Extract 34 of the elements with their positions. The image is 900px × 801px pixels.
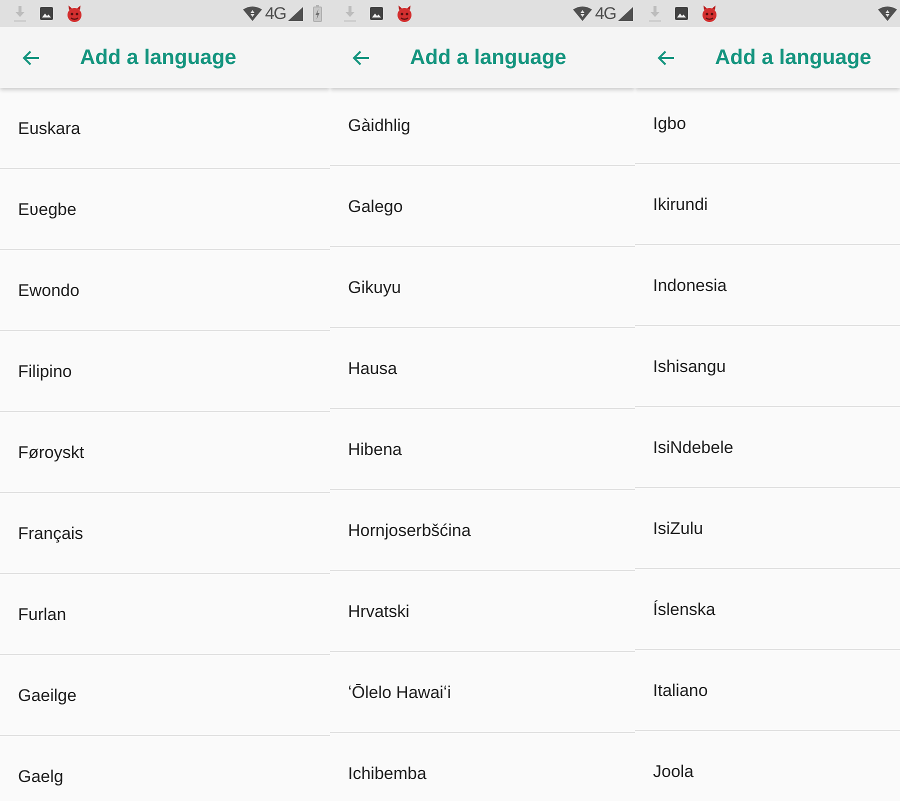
image-icon — [675, 7, 688, 20]
wifi-icon — [243, 6, 262, 21]
wifi-icon — [878, 6, 897, 21]
language-item[interactable]: Italiano — [635, 650, 900, 731]
screen-title: Add a language — [80, 46, 236, 70]
language-item[interactable]: Ichibemba — [330, 733, 635, 801]
devil-face-icon — [396, 5, 413, 22]
download-icon — [649, 6, 661, 22]
download-icon — [344, 6, 356, 22]
screen-title: Add a language — [410, 46, 566, 70]
battery-charging-icon — [312, 5, 322, 22]
back-icon[interactable] — [352, 50, 370, 66]
devil-face-icon — [66, 5, 83, 22]
wifi-icon — [573, 6, 592, 21]
language-item[interactable]: Joola — [635, 731, 900, 801]
network-type-label: 4G — [595, 4, 616, 22]
devil-face-icon — [701, 5, 718, 22]
signal-icon — [288, 6, 303, 20]
signal-icon — [618, 6, 633, 20]
image-icon — [40, 7, 53, 20]
download-icon — [14, 6, 26, 22]
back-icon[interactable] — [22, 50, 40, 66]
language-item[interactable]: IsiZulu — [635, 488, 900, 569]
language-item[interactable]: Indonesia — [635, 245, 900, 326]
language-item[interactable]: Ikirundi — [635, 164, 900, 245]
network-type-label: 4G — [265, 4, 286, 22]
language-item[interactable]: Igbo — [635, 88, 900, 164]
image-icon — [370, 7, 383, 20]
language-item[interactable]: Íslenska — [635, 569, 900, 650]
screen-title: Add a language — [715, 46, 872, 70]
language-item[interactable]: Ishisangu — [635, 326, 900, 407]
language-item[interactable]: Gaelg — [0, 736, 330, 801]
language-item[interactable]: IsiNdebele — [635, 407, 900, 488]
back-icon[interactable] — [657, 50, 675, 66]
